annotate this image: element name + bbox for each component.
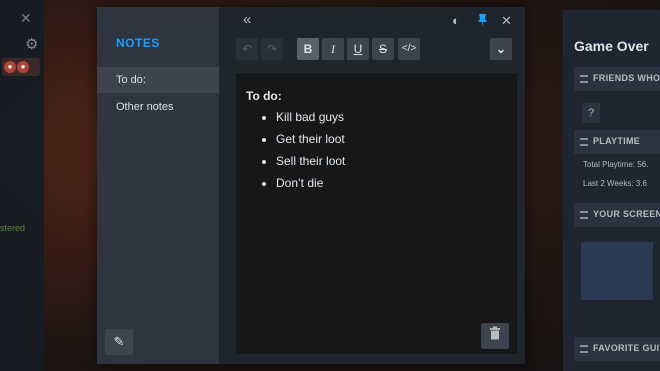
avatar: ● — [4, 61, 16, 73]
list-item: Kill bad guys — [276, 106, 345, 128]
pin-glyph — [478, 14, 487, 27]
code-button[interactable]: </> — [398, 38, 420, 60]
avatar-group: ● ● — [2, 58, 40, 76]
contrast-icon[interactable]: ◐ — [452, 13, 460, 28]
gear-icon[interactable]: ⚙ — [25, 35, 38, 53]
underline-button[interactable]: U — [347, 38, 369, 60]
screenshots-section-header[interactable]: YOUR SCREEN — [574, 203, 660, 227]
more-options-button[interactable]: ⌄ — [490, 38, 512, 60]
new-note-button[interactable]: ✎ — [105, 329, 133, 355]
total-playtime: Total Playtime: 56. — [583, 160, 649, 169]
last-two-weeks: Last 2 Weeks: 3.6 — [583, 179, 647, 188]
friend-avatar-placeholder[interactable]: ? — [582, 103, 600, 123]
notes-heading: NOTES — [116, 36, 160, 50]
status-text: stered — [0, 223, 26, 233]
sidebar-item-to-do[interactable]: To do: — [97, 67, 219, 93]
bold-button[interactable]: B — [297, 38, 319, 60]
section-label: FRIENDS WHO — [593, 73, 660, 83]
page-title: Game Over — [574, 38, 649, 54]
sidebar-item-other-notes[interactable]: Other notes — [97, 94, 219, 120]
drag-handle-icon[interactable] — [580, 345, 588, 353]
trash-icon — [490, 326, 500, 340]
screenshot-thumbnail[interactable] — [581, 242, 653, 300]
friends-section-header[interactable]: FRIENDS WHO — [574, 67, 660, 91]
redo-button[interactable]: ↷ — [261, 38, 283, 60]
favorite-guides-section-header[interactable]: FAVORITE GUI — [574, 337, 660, 361]
pencil-plus-icon: ✎ — [113, 334, 125, 349]
list-item: Sell their loot — [276, 150, 345, 172]
strikethrough-button[interactable]: S — [372, 38, 394, 60]
section-label: YOUR SCREEN — [593, 209, 660, 219]
delete-note-button[interactable] — [481, 323, 509, 349]
list-item: Don’t die — [276, 172, 345, 194]
collapse-sidebar-icon[interactable]: « — [243, 11, 251, 28]
notes-overlay: NOTES To do: Other notes ✎ « ◐ ✕ ↶ ↷ B I… — [97, 7, 525, 364]
note-editor-pane: « ◐ ✕ ↶ ↷ B I U S </> ⌄ To do: Kill bad … — [219, 7, 525, 364]
avatar: ● — [17, 61, 29, 73]
game-details-panel: Game Over FRIENDS WHO ? PLAYTIME Total P… — [563, 10, 660, 371]
left-panel: ✕ ⚙ ● ● stered — [0, 0, 44, 371]
undo-button[interactable]: ↶ — [236, 38, 258, 60]
section-label: FAVORITE GUI — [593, 343, 660, 353]
drag-handle-icon[interactable] — [580, 138, 588, 146]
playtime-section-header[interactable]: PLAYTIME — [574, 130, 660, 154]
close-icon[interactable]: ✕ — [20, 10, 32, 27]
italic-button[interactable]: I — [322, 38, 344, 60]
list-item: Get their loot — [276, 128, 345, 150]
section-label: PLAYTIME — [593, 136, 641, 146]
close-icon[interactable]: ✕ — [501, 13, 512, 29]
note-title: To do: — [246, 89, 282, 103]
pin-icon[interactable] — [477, 14, 488, 30]
drag-handle-icon[interactable] — [580, 211, 588, 219]
todo-list: Kill bad guys Get their loot Sell their … — [258, 106, 345, 194]
drag-handle-icon[interactable] — [580, 75, 588, 83]
note-editor[interactable]: To do: Kill bad guys Get their loot Sell… — [236, 73, 517, 354]
notes-sidebar: NOTES To do: Other notes ✎ — [97, 7, 219, 364]
